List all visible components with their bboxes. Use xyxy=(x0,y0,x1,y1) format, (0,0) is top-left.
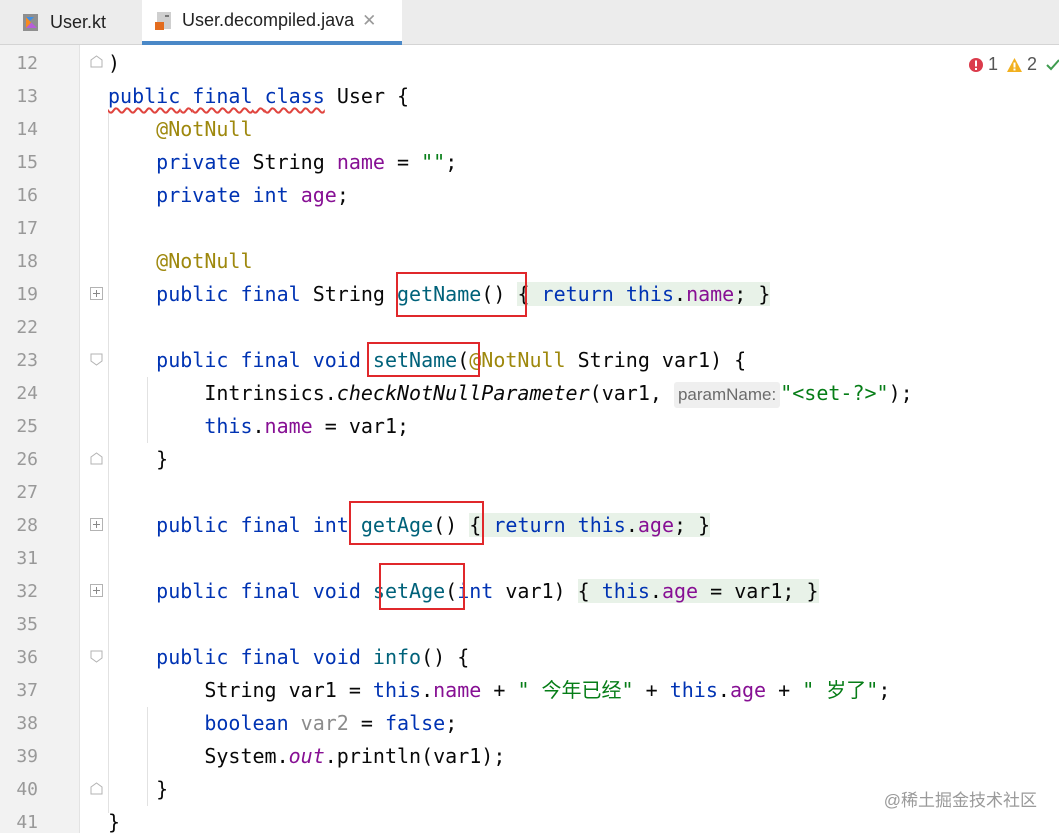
code-line-18: @NotNull xyxy=(156,249,253,273)
folded-body[interactable]: { return this.age; } xyxy=(469,513,711,537)
code-line-24: Intrinsics.checkNotNullParameter(var1, p… xyxy=(108,377,913,410)
check-icon xyxy=(1046,58,1059,70)
line-number: 22 xyxy=(16,317,38,338)
code-line-14: @NotNull xyxy=(156,117,253,141)
parameter-name-hint: paramName: xyxy=(673,382,781,408)
line-number: 17 xyxy=(16,218,38,239)
kotlin-file-icon xyxy=(23,14,38,31)
line-number: 39 xyxy=(16,746,38,767)
code-line-40: } xyxy=(156,777,169,801)
line-number: 32 xyxy=(16,581,38,602)
tab-label: User.kt xyxy=(50,11,107,32)
error-icon xyxy=(968,57,983,72)
line-number: 31 xyxy=(16,548,38,569)
line-number: 38 xyxy=(16,713,38,734)
line-number: 36 xyxy=(16,647,38,668)
line-number: 41 xyxy=(16,812,38,833)
tab-label: User.decompiled.java xyxy=(182,10,355,30)
folded-body[interactable]: { return this.name; } xyxy=(517,282,771,306)
code-line-15: private String name = ""; xyxy=(156,150,458,174)
code-line-25: this.name = var1; xyxy=(204,414,410,438)
line-number: 16 xyxy=(16,185,38,206)
code-line-19: public final String getName() { return t… xyxy=(156,282,771,306)
line-number: 28 xyxy=(16,515,38,536)
code-line-39: System.out.println(var1); xyxy=(204,744,506,768)
code-line-32: public final void setAge(int var1) { thi… xyxy=(156,579,819,603)
tab-user-kt[interactable]: User.kt xyxy=(10,0,142,44)
line-number: 12 xyxy=(16,53,38,74)
watermark: @稀土掘金技术社区 xyxy=(883,791,1037,810)
line-number: 40 xyxy=(16,779,38,800)
code-line-36: public final void info() { xyxy=(156,645,470,669)
folded-body[interactable]: { this.age = var1; } xyxy=(577,579,819,603)
code-line-12: ) xyxy=(108,51,121,75)
tab-user-decompiled-java[interactable]: User.decompiled.java ✕ xyxy=(142,0,402,45)
code-line-38: boolean var2 = false; xyxy=(204,711,458,735)
code-line-28: public final int getAge() { return this.… xyxy=(156,513,711,537)
line-number-gutter: 12 13 14 15 16 17 18 19 22 23 24 25 26 2… xyxy=(0,45,80,833)
java-class-file-icon xyxy=(155,11,171,30)
line-number: 37 xyxy=(16,680,38,701)
line-number: 19 xyxy=(16,284,38,305)
line-number: 25 xyxy=(16,416,38,437)
code-line-26: } xyxy=(156,447,169,471)
inspection-widget[interactable]: 1 2 xyxy=(968,54,1059,75)
line-number: 15 xyxy=(16,152,38,173)
code-editor[interactable]: ) public final class User { @NotNull pri… xyxy=(80,45,1059,834)
code-line-13: public final class User { xyxy=(108,84,410,108)
warning-count[interactable]: 2 xyxy=(1006,54,1037,75)
code-line-37: String var1 = this.name + " 今年已经" + this… xyxy=(204,678,891,702)
line-number: 18 xyxy=(16,251,38,272)
code-line-23: public final void setName(@NotNull Strin… xyxy=(156,348,747,372)
code-line-16: private int age; xyxy=(156,183,349,207)
line-number: 13 xyxy=(16,86,38,107)
line-number: 23 xyxy=(16,350,38,371)
line-number: 14 xyxy=(16,119,38,140)
editor-tab-bar: User.kt User.decompiled.java ✕ xyxy=(0,0,1059,45)
error-count[interactable]: 1 xyxy=(968,54,998,75)
line-number: 27 xyxy=(16,482,38,503)
code-line-41: } xyxy=(108,810,121,834)
close-tab-icon[interactable]: ✕ xyxy=(362,11,376,31)
line-number: 26 xyxy=(16,449,38,470)
line-number: 24 xyxy=(16,383,38,404)
line-number: 35 xyxy=(16,614,38,635)
warning-icon xyxy=(1006,57,1022,72)
